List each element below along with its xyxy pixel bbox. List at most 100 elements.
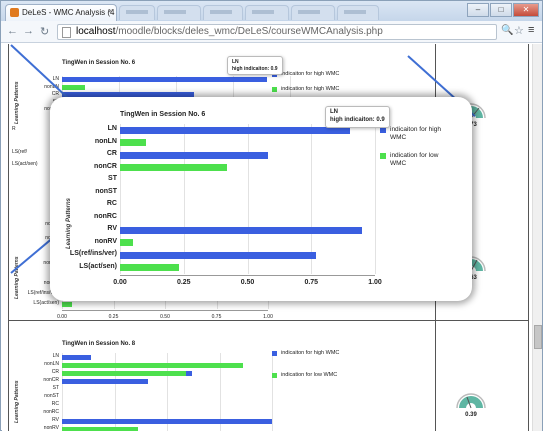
category-label: CR: [106, 150, 117, 157]
category-label: LN: [107, 125, 117, 132]
category-label: LS(ref/ins/ver): [69, 250, 117, 257]
tab-close-icon[interactable]: ×: [107, 7, 112, 16]
legend-swatch: [272, 351, 277, 356]
address-bar[interactable]: localhost/moodle/blocks/deles_wmc/DeLeS/…: [57, 24, 497, 40]
category-label: nonLN: [94, 137, 117, 145]
category-label: CR: [51, 369, 59, 375]
category-label: nonST: [95, 187, 117, 195]
legend-label: indicaiton for high WMC: [281, 71, 340, 77]
tab-title: DeLeS - WMC Analysis (4: [22, 8, 115, 17]
x-tick-label: 0.25: [108, 314, 119, 320]
legend-label: indication for low WMC: [281, 372, 338, 378]
category-label: ST: [108, 175, 117, 182]
row-divider: [8, 320, 528, 321]
low-wmc-bar: [120, 164, 228, 172]
back-icon[interactable]: ←: [7, 25, 18, 37]
gridline: [375, 124, 376, 274]
high-wmc-bar: [120, 251, 317, 259]
category-label: LN: [52, 353, 59, 359]
low-wmc-bar: [62, 362, 243, 368]
gridline: [272, 353, 273, 431]
x-tick-label: 0.00: [57, 314, 67, 320]
high-wmc-bar: [120, 126, 350, 134]
high-wmc-bar: [120, 226, 363, 234]
background-tab[interactable]: [245, 5, 289, 20]
low-wmc-bar: [62, 370, 186, 376]
chart-session-6-zoomed: TingWen in Session No. 6 Learning Pattern…: [50, 97, 472, 301]
x-tick-label: 1.00: [368, 279, 382, 286]
url-path: /moodle/blocks/deles_wmc/DeLeS/courseWMC…: [115, 26, 383, 37]
legend-label: indication for low WMC: [390, 152, 439, 167]
low-wmc-bar: [62, 426, 138, 431]
gauge-icon: [456, 393, 486, 409]
x-tick-label: 0.50: [240, 279, 255, 286]
category-label: RV: [52, 417, 59, 423]
x-axis: [62, 310, 268, 311]
title-bar: DeLeS - WMC Analysis (4 × – □ ✕: [1, 1, 542, 21]
chart-session-8: TingWen in Session No. 8 Learning Pattern…: [10, 339, 430, 431]
legend-swatch: [380, 153, 386, 159]
zoom-icon[interactable]: 🔍: [501, 25, 513, 36]
vertical-scrollbar[interactable]: [532, 44, 542, 431]
background-tab[interactable]: [157, 5, 201, 20]
legend-swatch: [380, 127, 386, 133]
legend-label: indicaiton for high WMC: [390, 126, 441, 141]
close-button[interactable]: ✕: [513, 3, 539, 17]
category-label: RV: [107, 225, 117, 232]
navigation-bar: ← → ↻ localhost/moodle/blocks/deles_wmc/…: [1, 21, 542, 43]
low-wmc-bar: [120, 239, 133, 247]
high-wmc-bar: [62, 378, 149, 384]
legend-swatch: [272, 373, 277, 378]
legend-label: indicaiton for high WMC: [281, 350, 340, 356]
x-tick-label: 0.75: [211, 314, 222, 320]
wmc-gauge-3: 0.39: [454, 386, 488, 424]
legend-label: indication for high WMC: [281, 86, 340, 92]
category-label: ST: [52, 385, 59, 391]
category-label: nonLN: [44, 361, 59, 367]
scrollbar-thumb[interactable]: [534, 325, 542, 349]
low-wmc-bar: [120, 139, 146, 147]
browser-tab[interactable]: DeLeS - WMC Analysis (4 ×: [5, 4, 117, 21]
category-label: LN: [52, 76, 59, 82]
reload-icon[interactable]: ↻: [40, 25, 49, 38]
background-tab[interactable]: [291, 5, 335, 20]
chart-tooltip: LN high indicaiton: 0.9: [325, 106, 390, 128]
browser-window: DeLeS - WMC Analysis (4 × – □ ✕ ← → ↻ lo…: [0, 0, 543, 431]
legend-swatch: [272, 87, 277, 92]
x-axis: [120, 275, 375, 276]
background-tab[interactable]: [337, 5, 379, 20]
low-wmc-bar: [62, 84, 85, 90]
maximize-button[interactable]: □: [490, 3, 512, 17]
minimize-button[interactable]: –: [467, 3, 489, 17]
x-tick-label: 0.50: [160, 314, 170, 320]
category-label: nonRC: [94, 212, 117, 220]
category-label: LS(act/sen): [12, 161, 38, 167]
chart-tooltip-small: LN high indicaiton: 0.9: [227, 56, 283, 75]
x-tick-label: 0.25: [176, 279, 191, 286]
table-border: [528, 44, 529, 431]
page-icon: [62, 27, 71, 38]
forward-icon[interactable]: →: [23, 25, 34, 37]
table-border: [8, 44, 9, 431]
category-label: nonRC: [43, 409, 59, 415]
bookmark-star-icon[interactable]: ☆: [514, 24, 524, 37]
x-tick-label: 0.00: [113, 279, 127, 286]
menu-icon[interactable]: ≡: [528, 24, 534, 36]
category-label: LS(ref/: [12, 149, 28, 155]
url-host: localhost: [76, 26, 116, 37]
background-tab[interactable]: [203, 5, 243, 20]
x-tick-label: 0.75: [304, 279, 319, 286]
category-label: nonRV: [94, 237, 117, 245]
page-content: TingWen in Session No. 6 Learning Pattern…: [2, 44, 532, 431]
category-label: nonRV: [43, 425, 59, 431]
high-wmc-bar: [62, 77, 268, 83]
background-tab[interactable]: [119, 5, 155, 20]
low-wmc-bar: [62, 301, 73, 307]
x-tick-label: 1.00: [263, 314, 273, 320]
category-label: RC: [51, 401, 59, 407]
high-wmc-bar: [62, 354, 92, 360]
category-label: nonCR: [43, 377, 59, 383]
category-label: nonCR: [94, 162, 117, 170]
chart-title: TingWen in Session No. 8: [62, 341, 136, 347]
category-label: LS(act/sen): [79, 262, 117, 270]
